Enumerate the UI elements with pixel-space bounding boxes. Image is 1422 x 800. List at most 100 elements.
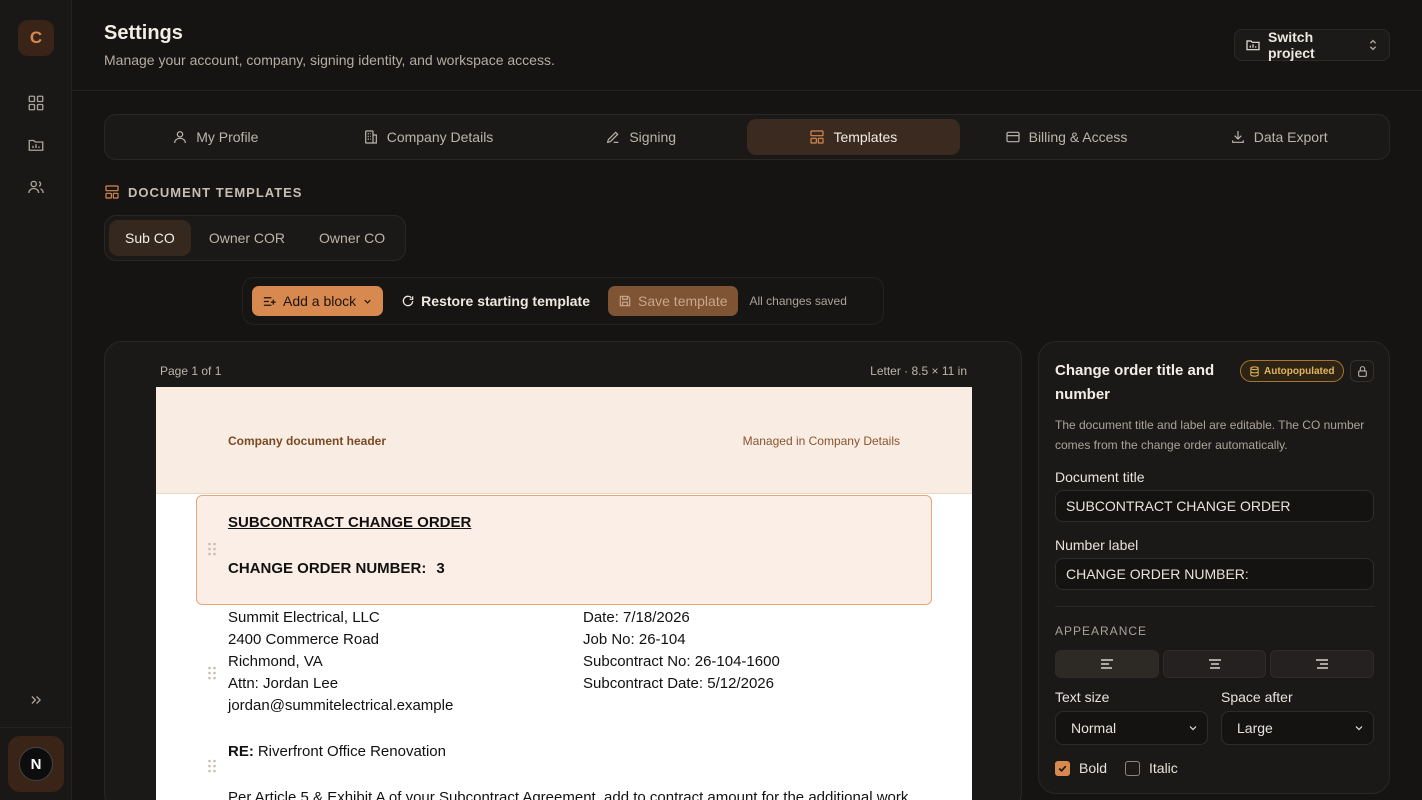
subtab-owner-co[interactable]: Owner CO xyxy=(303,220,401,256)
lock-icon xyxy=(1356,365,1369,378)
space-after-select[interactable]: Large xyxy=(1221,711,1374,745)
document-title-input[interactable] xyxy=(1055,490,1374,522)
text-size-label: Text size xyxy=(1055,689,1110,705)
subtab-sub-co[interactable]: Sub CO xyxy=(109,220,191,256)
italic-checkbox[interactable] xyxy=(1125,760,1140,776)
re-value: Riverfront Office Renovation xyxy=(257,743,446,760)
save-status: All changes saved xyxy=(749,294,847,308)
inspector-title: Change order title and number xyxy=(1055,362,1215,403)
rotate-icon xyxy=(401,294,415,308)
template-toolbar: Add a block Restore starting template Sa… xyxy=(242,277,884,325)
tab-data-export[interactable]: Data Export xyxy=(1172,119,1385,155)
number-label: CHANGE ORDER NUMBER: xyxy=(228,560,427,577)
re-line: RE: Riverfront Office Renovation xyxy=(228,743,446,760)
expand-sidebar-icon[interactable] xyxy=(26,690,46,710)
align-left-icon xyxy=(1100,658,1114,670)
tab-billing-access[interactable]: Billing & Access xyxy=(960,119,1173,155)
template-canvas: Page 1 of 1 Letter · 8.5 × 11 in Company… xyxy=(104,341,1022,800)
party-line: Attn: Jordan Lee xyxy=(228,675,339,692)
party-block-left: Summit Electrical, LLC 2400 Commerce Roa… xyxy=(228,607,453,717)
section-title: DOCUMENT TEMPLATES xyxy=(128,184,303,200)
sidebar-rail: C N xyxy=(0,0,72,800)
app-logo[interactable]: C xyxy=(18,20,54,56)
chevron-up-down-icon xyxy=(1367,38,1379,52)
tab-label: My Profile xyxy=(196,129,259,145)
party-line: Richmond, VA xyxy=(228,653,323,670)
page-subtitle: Manage your account, company, signing id… xyxy=(104,52,555,68)
download-icon xyxy=(1230,129,1246,145)
chevron-down-icon xyxy=(1353,722,1365,734)
body-paragraph: Per Article 5 & Exhibit A of your Subcon… xyxy=(228,789,909,800)
lock-button[interactable] xyxy=(1350,360,1374,382)
add-block-label: Add a block xyxy=(283,293,357,309)
party-line: 2400 Commerce Road xyxy=(228,631,379,648)
template-type-tabs: Sub CO Owner COR Owner CO xyxy=(104,215,407,261)
align-center-button[interactable] xyxy=(1162,650,1267,678)
align-right-button[interactable] xyxy=(1270,650,1375,678)
page-title: Settings xyxy=(104,22,183,44)
party-block-right: Date: 7/18/2026 Job No: 26-104 Subcontra… xyxy=(583,607,780,695)
database-icon xyxy=(1249,365,1260,377)
user-menu[interactable]: N xyxy=(8,736,64,792)
section-heading: DOCUMENT TEMPLATES xyxy=(104,184,302,200)
text-size-value: Normal xyxy=(1071,720,1117,736)
re-label: RE: xyxy=(228,743,254,760)
subtab-owner-cor[interactable]: Owner COR xyxy=(193,220,301,256)
layout-icon xyxy=(104,184,120,200)
align-left-button[interactable] xyxy=(1055,650,1159,678)
avatar: N xyxy=(19,747,53,781)
header-managed-note: Managed in Company Details xyxy=(742,434,900,448)
party-line: Subcontract No: 26-104-1600 xyxy=(583,653,780,670)
tab-company-details[interactable]: Company Details xyxy=(322,119,535,155)
inspector-description: The document title and label are editabl… xyxy=(1055,418,1365,452)
tab-templates[interactable]: Templates xyxy=(747,119,960,155)
pen-icon xyxy=(605,129,621,145)
switch-project-button[interactable]: Switch project xyxy=(1234,29,1390,61)
party-line: jordan@summitelectrical.example xyxy=(228,697,454,714)
drag-handle-icon[interactable] xyxy=(207,759,217,773)
drag-handle-icon[interactable] xyxy=(207,666,217,680)
save-template-label: Save template xyxy=(638,293,728,309)
tab-label: Signing xyxy=(629,129,677,145)
tab-label: Data Export xyxy=(1253,129,1328,145)
tab-my-profile[interactable]: My Profile xyxy=(109,119,322,155)
settings-tabs: My Profile Company Details Signing Templ… xyxy=(104,114,1390,160)
restore-template-button[interactable]: Restore starting template xyxy=(393,286,598,316)
document-title: SUBCONTRACT CHANGE ORDER xyxy=(228,514,472,531)
bold-label: Bold xyxy=(1079,760,1108,776)
add-block-button[interactable]: Add a block xyxy=(252,286,384,316)
inspector-divider xyxy=(1055,606,1375,607)
document-page: Company document header Managed in Compa… xyxy=(156,387,972,800)
space-after-value: Large xyxy=(1237,720,1273,736)
number-value: 3 xyxy=(436,560,445,577)
projects-folder-icon[interactable] xyxy=(24,133,48,157)
chevron-down-icon xyxy=(1187,722,1199,734)
align-center-icon xyxy=(1208,658,1222,670)
credit-card-icon xyxy=(1005,129,1021,145)
number-label-input[interactable] xyxy=(1055,558,1374,590)
italic-label: Italic xyxy=(1149,760,1178,776)
align-right-icon xyxy=(1315,658,1329,670)
save-template-button[interactable]: Save template xyxy=(608,286,738,316)
party-line: Subcontract Date: 5/12/2026 xyxy=(583,675,774,692)
tab-label: Company Details xyxy=(386,129,494,145)
dashboard-grid-icon[interactable] xyxy=(24,91,48,115)
tab-label: Billing & Access xyxy=(1028,129,1128,145)
text-size-select[interactable]: Normal xyxy=(1055,711,1208,745)
team-users-icon[interactable] xyxy=(24,175,48,199)
tab-signing[interactable]: Signing xyxy=(534,119,747,155)
italic-checkbox-row[interactable]: Italic xyxy=(1125,760,1178,776)
document-header-block: Company document header Managed in Compa… xyxy=(156,387,972,494)
text-align-group xyxy=(1055,650,1375,678)
bold-checkbox-row[interactable]: Bold xyxy=(1055,760,1107,776)
user-icon xyxy=(172,129,188,145)
block-inspector: Change order title and number Autopopula… xyxy=(1038,341,1390,794)
change-order-number: CHANGE ORDER NUMBER: 3 xyxy=(228,560,445,577)
drag-handle-icon[interactable] xyxy=(207,542,217,556)
party-line: Date: 7/18/2026 xyxy=(583,609,690,626)
document-title-label: Document title xyxy=(1055,469,1145,485)
appearance-heading: APPEARANCE xyxy=(1055,624,1148,638)
bold-checkbox[interactable] xyxy=(1055,760,1070,776)
title-number-block[interactable]: SUBCONTRACT CHANGE ORDER CHANGE ORDER NU… xyxy=(196,495,932,605)
rail-divider xyxy=(0,727,72,728)
